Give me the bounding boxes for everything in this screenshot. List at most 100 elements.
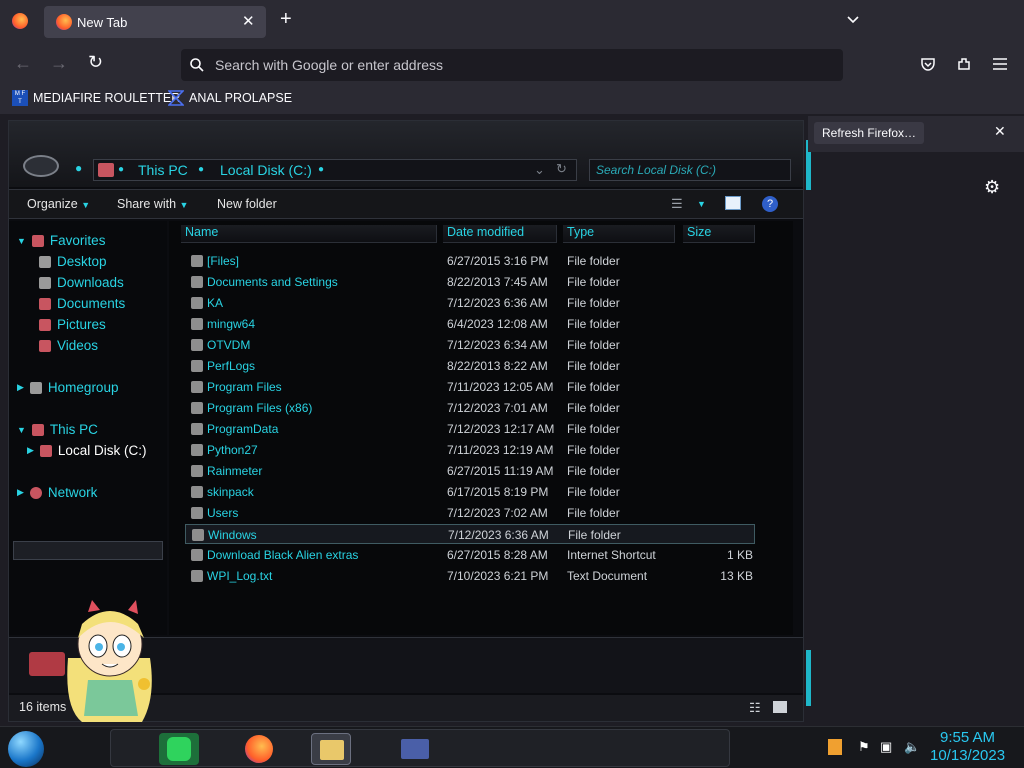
file-date: 7/12/2023 7:02 AM: [447, 506, 548, 520]
file-row[interactable]: OTVDM 7/12/2023 6:34 AM File folder: [185, 335, 755, 355]
help-icon[interactable]: ?: [762, 196, 778, 212]
close-tab-icon[interactable]: ✕: [242, 12, 255, 30]
url-input[interactable]: [215, 55, 815, 75]
tab-new-tab[interactable]: New Tab ✕: [44, 6, 266, 38]
action-center-flag-icon[interactable]: ⚑: [858, 739, 870, 755]
back-orb-icon[interactable]: [23, 155, 59, 177]
file-type: File folder: [567, 464, 620, 478]
taskbar-app-firefox[interactable]: [239, 733, 279, 765]
bookmark-label: ANAL PROLAPSE: [189, 91, 293, 105]
view-options-icon[interactable]: ☰: [671, 196, 683, 212]
file-type: File folder: [567, 338, 620, 352]
desktop-icon: [39, 255, 51, 268]
file-name: Download Black Alien extras: [207, 548, 359, 562]
file-row[interactable]: Program Files (x86) 7/12/2023 7:01 AM File…: [185, 398, 755, 418]
search-box[interactable]: Search Local Disk (C:): [589, 159, 791, 181]
organize-button[interactable]: Organize ▼: [27, 197, 90, 211]
file-row[interactable]: Python27 7/11/2023 12:19 AM File folder: [185, 440, 755, 460]
nav-documents[interactable]: Documents: [39, 296, 125, 311]
file-row[interactable]: Download Black Alien extras 6/27/2015 8:2…: [185, 545, 755, 565]
column-name[interactable]: Name: [181, 225, 437, 243]
homegroup-icon: [29, 381, 42, 394]
preview-pane-icon[interactable]: [725, 196, 741, 210]
bookmark-anal-prolapse[interactable]: ANAL PROLAPSE: [168, 90, 292, 106]
window-icon: [401, 739, 429, 759]
address-bar[interactable]: ● This PC ● Local Disk (C:) ● ⌄ ↻: [93, 159, 577, 181]
nav-network[interactable]: ▶ Network: [17, 485, 97, 500]
new-folder-button[interactable]: New folder: [217, 197, 277, 211]
chevron-down-icon[interactable]: ⌄: [534, 162, 545, 178]
refresh-firefox-button[interactable]: Refresh Firefox…: [814, 122, 925, 144]
column-date-modified[interactable]: Date modified: [443, 225, 557, 243]
nav-local-disk[interactable]: ▶ Local Disk (C:): [27, 443, 146, 458]
nav-local-disk-selected[interactable]: [13, 541, 163, 560]
file-row[interactable]: Users 7/12/2023 7:02 AM File folder: [185, 503, 755, 523]
file-date: 7/11/2023 12:05 AM: [447, 380, 554, 394]
nav-desktop[interactable]: Desktop: [39, 254, 107, 269]
search-placeholder: Search Local Disk (C:): [596, 163, 717, 177]
explorer-titlebar: ● ● This PC ● Local Disk (C:) ● ⌄ ↻ Sear…: [9, 121, 803, 187]
file-row[interactable]: PerfLogs 8/22/2013 8:22 AM File folder: [185, 356, 755, 376]
close-icon[interactable]: ✕: [994, 123, 1006, 140]
clock-date[interactable]: 10/13/2023: [930, 747, 1005, 764]
taskbar-app-explorer[interactable]: [311, 733, 351, 765]
file-row[interactable]: mingw64 6/4/2023 12:08 AM File folder: [185, 314, 755, 334]
file-name: mingw64: [207, 317, 256, 331]
file-row[interactable]: ProgramData 7/12/2023 12:17 AM File folder: [185, 419, 755, 439]
forward-icon[interactable]: →: [50, 53, 68, 74]
taskbar-app-window[interactable]: [395, 733, 435, 765]
network-icon[interactable]: ▣: [880, 739, 892, 755]
chevron-down-icon[interactable]: [846, 13, 860, 27]
file-row[interactable]: [Files] 6/27/2015 3:16 PM File folder: [185, 251, 755, 271]
refresh-icon[interactable]: ↻: [556, 161, 567, 177]
nav-homegroup[interactable]: ▶ Homegroup: [17, 380, 118, 395]
taskbar-app-notes[interactable]: [159, 733, 199, 765]
file-row[interactable]: Program Files 7/11/2023 12:05 AM File fold…: [185, 377, 755, 397]
chevron-down-icon[interactable]: ▼: [697, 199, 706, 209]
tab-strip: New Tab ✕ +: [0, 0, 1024, 44]
new-tab-button[interactable]: +: [280, 9, 292, 29]
nav-videos[interactable]: Videos: [39, 338, 98, 353]
file-row[interactable]: WPI_Log.txt 7/10/2023 6:21 PM Text Documen…: [185, 566, 755, 586]
forward-dot-icon[interactable]: ●: [75, 161, 82, 175]
file-date: 7/12/2023 6:36 AM: [447, 296, 548, 310]
nav-favorites[interactable]: ▼ Favorites: [17, 233, 105, 248]
folder-icon: [191, 486, 203, 498]
nav-label: Homegroup: [47, 380, 119, 395]
menu-icon[interactable]: [992, 57, 1008, 71]
column-type[interactable]: Type: [563, 225, 675, 243]
firefox-view-icon[interactable]: [12, 13, 28, 29]
file-date: 7/12/2023 12:17 AM: [447, 422, 555, 436]
back-icon[interactable]: ←: [14, 53, 32, 74]
clock-time[interactable]: 9:55 AM: [940, 729, 995, 746]
reload-icon[interactable]: ↻: [88, 52, 103, 73]
url-bar[interactable]: [181, 49, 843, 81]
share-with-button[interactable]: Share with ▼: [117, 197, 188, 211]
tray-app-icon[interactable]: [828, 739, 842, 755]
expand-icon: ▼: [17, 424, 26, 435]
details-view-icon[interactable]: ☷: [749, 700, 761, 716]
start-button[interactable]: [8, 731, 44, 767]
breadcrumb-this-pc[interactable]: This PC: [138, 162, 188, 178]
pocket-icon[interactable]: [920, 56, 936, 72]
large-icons-view-icon[interactable]: [773, 701, 787, 713]
bookmark-mediafire[interactable]: M FT MEDIAFIRE ROULETTER: [12, 90, 180, 106]
nav-this-pc[interactable]: ▼ This PC: [17, 422, 98, 437]
column-size[interactable]: Size: [683, 225, 755, 243]
file-date: 7/12/2023 7:01 AM: [447, 401, 548, 415]
breadcrumb-local-disk[interactable]: Local Disk (C:): [220, 162, 312, 178]
file-row[interactable]: Windows 7/12/2023 6:36 AM File folder: [185, 524, 755, 544]
file-row[interactable]: KA 7/12/2023 6:36 AM File folder: [185, 293, 755, 313]
nav-pictures[interactable]: Pictures: [39, 317, 106, 332]
separator-icon: ●: [118, 164, 125, 175]
nav-downloads[interactable]: Downloads: [39, 275, 124, 290]
volume-icon[interactable]: 🔈: [904, 739, 920, 755]
extensions-icon[interactable]: [956, 56, 972, 72]
file-row[interactable]: Documents and Settings 8/22/2013 7:45 AM F…: [185, 272, 755, 292]
folder-icon: [191, 297, 203, 309]
navigation-pane: ▼ Favorites Desktop Downloads Documents P…: [9, 221, 167, 635]
search-icon: [190, 58, 204, 72]
file-row[interactable]: Rainmeter 6/27/2015 11:19 AM File folder: [185, 461, 755, 481]
file-row[interactable]: skinpack 6/17/2015 8:19 PM File folder: [185, 482, 755, 502]
gear-icon[interactable]: ⚙: [984, 177, 1000, 198]
